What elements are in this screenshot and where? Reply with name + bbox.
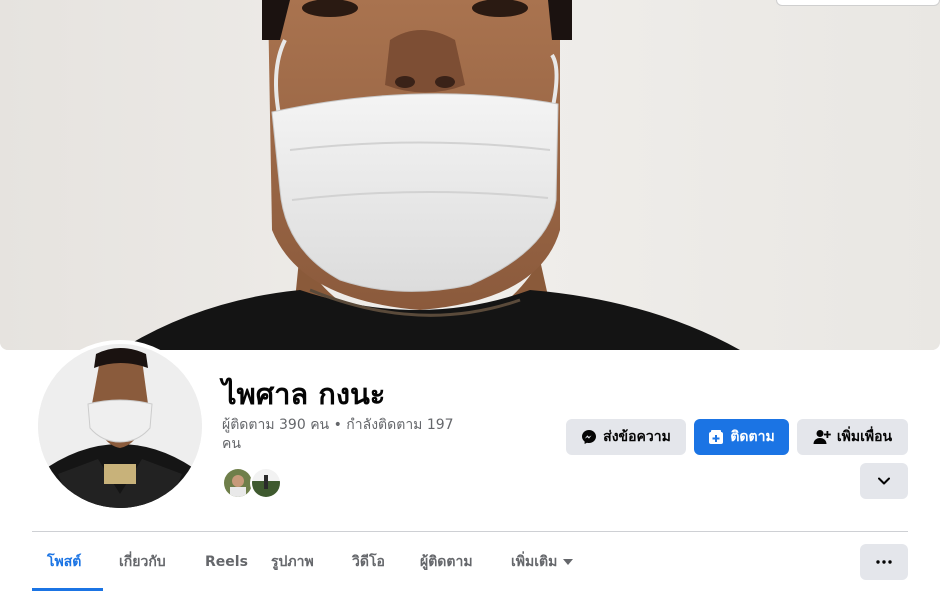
more-options-button[interactable]	[860, 544, 908, 580]
active-tab-indicator	[32, 588, 103, 591]
cover-image	[0, 0, 940, 350]
tab-photos-label: รูปภาพ	[271, 554, 314, 570]
cover-photo[interactable]	[0, 0, 940, 350]
add-friend-button-label: เพิ่มเพื่อน	[836, 429, 893, 445]
tab-posts[interactable]: โพสต์	[47, 545, 81, 579]
caret-down-icon	[563, 559, 574, 565]
follower-stats[interactable]: ผู้ติดตาม 390 คน • กำลังติดตาม 197 คน	[222, 416, 472, 454]
tab-videos[interactable]: วิดีโอ	[352, 545, 385, 579]
message-button[interactable]: ส่งข้อความ	[566, 419, 686, 455]
tab-followers-label: ผู้ติดตาม	[420, 554, 473, 570]
tab-about-label: เกี่ยวกับ	[119, 554, 166, 570]
avatar-image	[38, 344, 202, 508]
messenger-icon	[582, 430, 597, 444]
message-button-label: ส่งข้อความ	[603, 429, 671, 445]
friend-avatar-image	[252, 469, 280, 497]
tab-photos[interactable]: รูปภาพ	[271, 545, 314, 579]
expand-button[interactable]	[860, 463, 908, 499]
cover-edit-tab	[776, 0, 940, 6]
tab-posts-label: โพสต์	[47, 554, 82, 570]
tab-reels[interactable]: Reels	[205, 545, 248, 579]
friend-avatar[interactable]	[250, 467, 282, 499]
tab-more-label: เพิ่มเติม	[511, 554, 558, 570]
tab-about[interactable]: เกี่ยวกับ	[119, 545, 166, 579]
header-divider	[32, 531, 908, 532]
more-icon	[876, 560, 892, 564]
follow-button-label: ติดตาม	[730, 429, 775, 445]
avatar[interactable]	[38, 344, 202, 508]
tab-followers[interactable]: ผู้ติดตาม	[420, 545, 473, 579]
follow-icon	[709, 430, 724, 444]
friend-avatar-image	[224, 469, 252, 497]
add-friend-icon	[813, 430, 831, 444]
add-friend-button[interactable]: เพิ่มเพื่อน	[797, 419, 908, 455]
profile-name: ไพศาล กงนะ	[222, 377, 386, 411]
follow-button[interactable]: ติดตาม	[694, 419, 789, 455]
tab-more[interactable]: เพิ่มเติม	[511, 545, 574, 579]
chevron-down-icon	[878, 477, 890, 485]
tab-reels-label: Reels	[205, 554, 248, 570]
tab-videos-label: วิดีโอ	[352, 554, 385, 570]
